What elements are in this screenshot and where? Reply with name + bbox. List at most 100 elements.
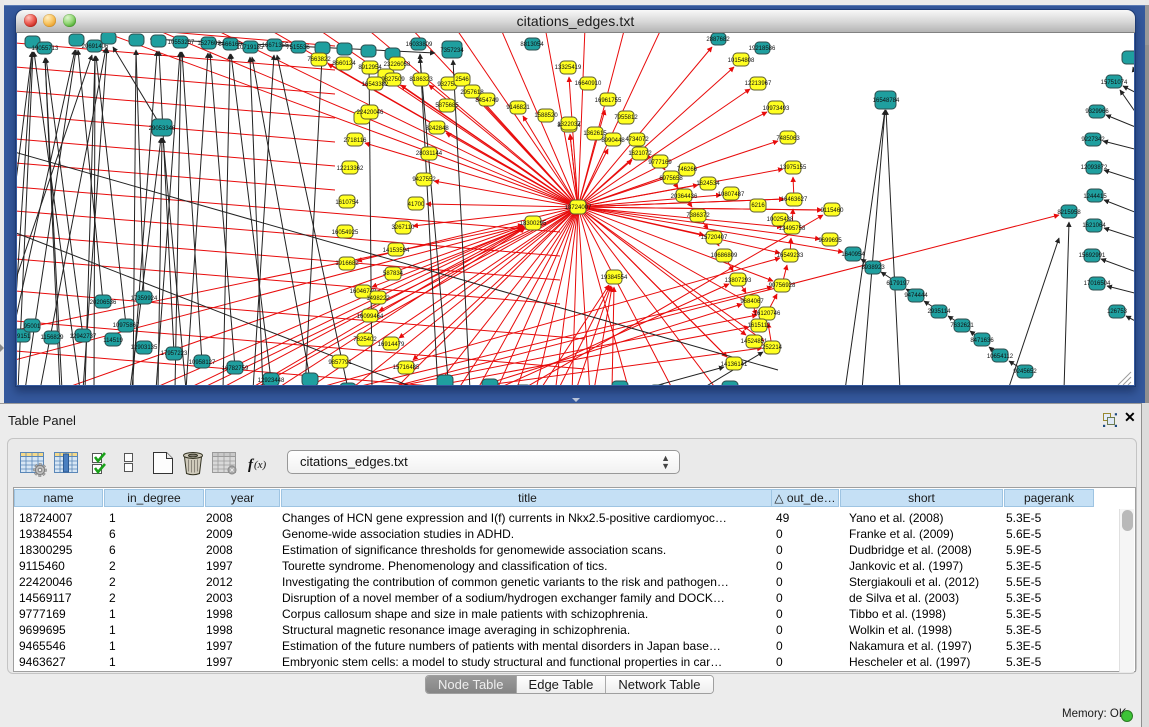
svg-text:10553257: 10553257 xyxy=(168,40,195,46)
svg-text:587834: 587834 xyxy=(383,271,404,277)
svg-text:29053346: 29053346 xyxy=(149,126,176,132)
svg-text:8912954: 8912954 xyxy=(358,65,382,71)
svg-text:7515536: 7515536 xyxy=(286,45,310,51)
svg-text:6975658: 6975658 xyxy=(659,176,683,182)
svg-text:9329966: 9329966 xyxy=(1085,109,1109,115)
svg-text:6216: 6216 xyxy=(751,203,765,209)
svg-text:12213967: 12213967 xyxy=(745,81,772,87)
svg-text:12923448: 12923448 xyxy=(258,378,285,384)
svg-text:17359924: 17359924 xyxy=(131,296,158,302)
svg-text:10958127: 10958127 xyxy=(189,360,216,366)
svg-text:20364436: 20364436 xyxy=(671,194,698,200)
svg-text:20206536: 20206536 xyxy=(90,300,117,306)
svg-text:8813054: 8813054 xyxy=(520,42,544,48)
svg-text:9684067: 9684067 xyxy=(740,299,764,305)
svg-text:15692991: 15692991 xyxy=(1079,253,1106,259)
svg-text:252214: 252214 xyxy=(762,345,783,351)
svg-text:1588520: 1588520 xyxy=(534,113,558,119)
svg-text:8454749: 8454749 xyxy=(475,98,499,104)
svg-text:16782759: 16782759 xyxy=(222,366,249,372)
svg-text:10975867: 10975867 xyxy=(113,323,140,329)
svg-text:41700: 41700 xyxy=(408,202,425,208)
svg-text:13495758: 13495758 xyxy=(779,226,806,232)
svg-text:15716485: 15716485 xyxy=(393,365,420,371)
svg-text:2935114: 2935114 xyxy=(928,309,952,315)
svg-text:5875685: 5875685 xyxy=(435,103,459,109)
svg-text:7632621: 7632621 xyxy=(950,323,974,329)
svg-text:8471636: 8471636 xyxy=(970,338,994,344)
svg-text:12942737: 12942737 xyxy=(70,334,97,340)
svg-text:1615112: 1615112 xyxy=(748,323,772,329)
svg-text:(x): (x) xyxy=(254,459,267,471)
svg-text:18300295: 18300295 xyxy=(520,221,547,227)
svg-text:126753: 126753 xyxy=(1107,309,1128,315)
svg-text:3267110: 3267110 xyxy=(392,225,416,231)
svg-text:1916682: 1916682 xyxy=(335,261,359,267)
svg-text:114519: 114519 xyxy=(103,338,123,344)
svg-text:1610754: 1610754 xyxy=(335,200,359,206)
svg-text:12093872: 12093872 xyxy=(1081,165,1108,171)
svg-text:19384554: 19384554 xyxy=(601,275,628,281)
svg-text:23226058: 23226058 xyxy=(384,62,411,68)
svg-text:16671355: 16671355 xyxy=(262,43,289,49)
svg-text:16961755: 16961755 xyxy=(595,98,622,104)
svg-text:1624534: 1624534 xyxy=(696,181,720,187)
svg-text:9474444: 9474444 xyxy=(904,293,928,299)
svg-text:7625402: 7625402 xyxy=(353,337,377,343)
svg-text:16099464: 16099464 xyxy=(357,314,384,320)
svg-text:8186323: 8186323 xyxy=(409,77,433,83)
svg-text:1244415: 1244415 xyxy=(1083,194,1107,200)
svg-text:95001: 95001 xyxy=(24,324,41,330)
svg-text:16548784: 16548784 xyxy=(873,98,900,104)
svg-text:14136141: 14136141 xyxy=(721,362,748,368)
svg-text:99151: 99151 xyxy=(17,334,31,340)
svg-text:10686809: 10686809 xyxy=(711,253,738,259)
svg-text:1621064: 1621064 xyxy=(1082,223,1106,229)
svg-text:16120746: 16120746 xyxy=(754,311,781,317)
svg-text:13807293: 13807293 xyxy=(725,278,752,284)
svg-text:16543382: 16543382 xyxy=(362,82,389,88)
svg-text:8990448: 8990448 xyxy=(601,138,625,144)
svg-text:9227342: 9227342 xyxy=(1081,137,1105,143)
svg-text:10654112: 10654112 xyxy=(987,354,1014,360)
svg-text:7485063: 7485063 xyxy=(776,136,800,142)
svg-text:17957223: 17957223 xyxy=(161,351,188,357)
svg-text:2887682: 2887682 xyxy=(706,37,730,43)
svg-text:12213362: 12213362 xyxy=(337,166,364,172)
svg-text:2718116: 2718116 xyxy=(344,138,368,144)
svg-text:1156829: 1156829 xyxy=(41,335,65,341)
svg-text:19055713: 19055713 xyxy=(32,46,59,52)
svg-text:17016504: 17016504 xyxy=(1084,281,1111,287)
svg-text:7955812: 7955812 xyxy=(614,115,638,121)
svg-text:1498222: 1498222 xyxy=(366,296,390,302)
svg-text:8660124: 8660124 xyxy=(332,61,356,67)
svg-text:20691406: 20691406 xyxy=(82,44,109,50)
svg-text:16054925: 16054925 xyxy=(332,230,359,236)
svg-text:9245652: 9245652 xyxy=(1013,369,1037,375)
svg-text:1322037: 1322037 xyxy=(557,122,581,128)
svg-text:16549233: 16549233 xyxy=(777,253,804,259)
svg-text:1362615: 1362615 xyxy=(583,131,607,137)
svg-text:13325419: 13325419 xyxy=(555,65,582,71)
svg-text:746266: 746266 xyxy=(677,167,698,173)
svg-text:16914479: 16914479 xyxy=(378,342,405,348)
svg-text:10807487: 10807487 xyxy=(718,192,745,198)
svg-text:15720407: 15720407 xyxy=(701,235,728,241)
svg-text:10973493: 10973493 xyxy=(763,106,790,112)
svg-text:18724007: 18724007 xyxy=(565,205,592,211)
svg-text:19218586: 19218586 xyxy=(749,46,776,52)
svg-text:90756928: 90756928 xyxy=(769,283,796,289)
svg-text:2546: 2546 xyxy=(455,77,469,83)
svg-text:10154808: 10154808 xyxy=(728,58,755,64)
svg-text:1640954: 1640954 xyxy=(841,252,865,258)
svg-text:10719185: 10719185 xyxy=(237,45,264,51)
svg-text:1621072: 1621072 xyxy=(628,151,652,157)
svg-text:9427552: 9427552 xyxy=(412,177,436,183)
svg-text:8242848: 8242848 xyxy=(425,126,449,132)
svg-text:28031144: 28031144 xyxy=(416,151,443,157)
svg-text:16640910: 16640910 xyxy=(575,81,602,87)
svg-text:7386372: 7386372 xyxy=(686,213,710,219)
svg-text:16463627: 16463627 xyxy=(781,197,808,203)
svg-text:9115460: 9115460 xyxy=(821,208,845,214)
svg-text:22420046: 22420046 xyxy=(357,110,384,116)
